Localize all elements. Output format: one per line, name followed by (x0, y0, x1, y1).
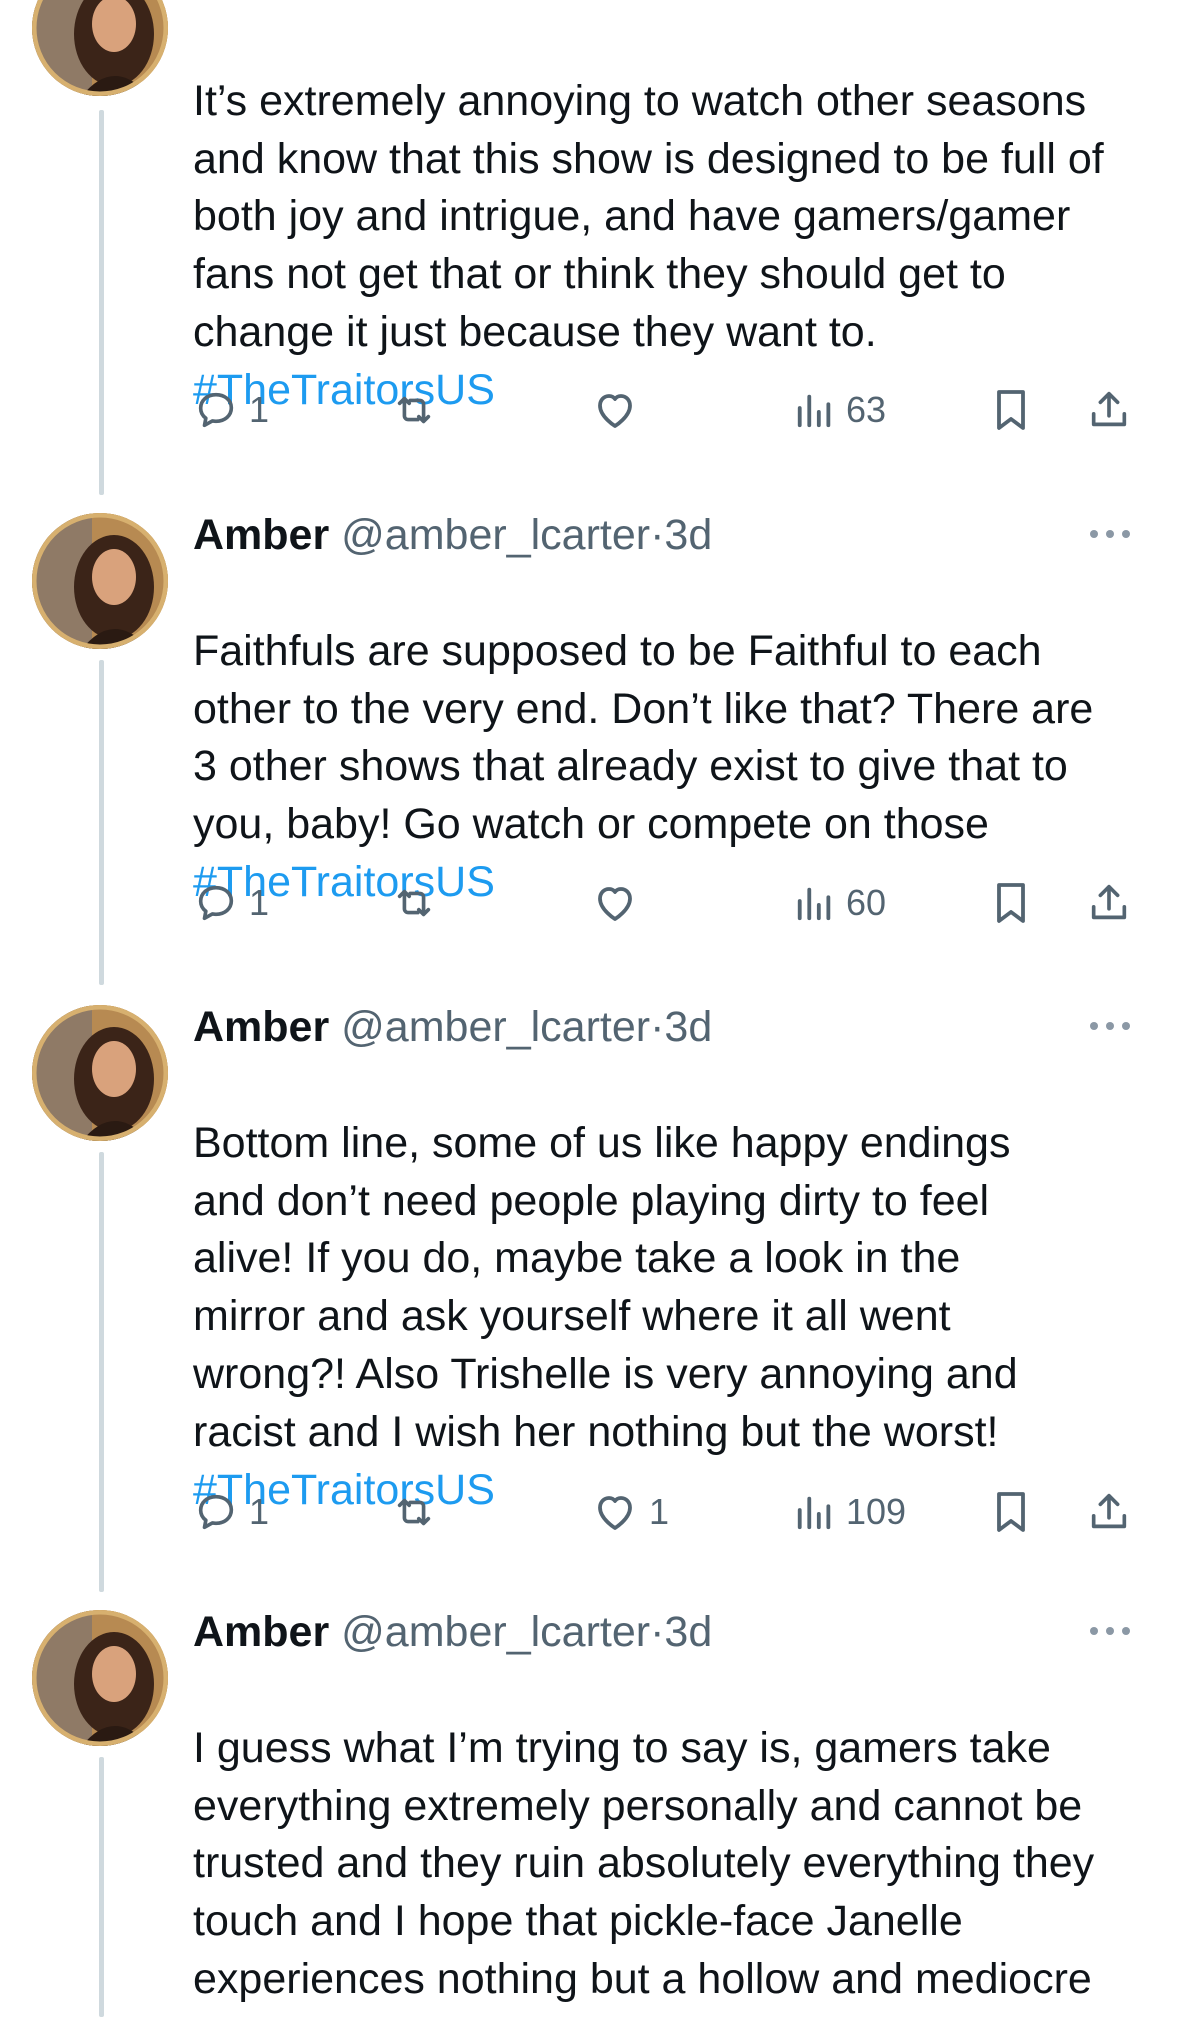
reply-icon (198, 1494, 234, 1530)
timestamp[interactable]: 3d (664, 1003, 712, 1051)
separator-dot: · (650, 511, 665, 559)
retweet-icon (397, 889, 431, 917)
share-button[interactable] (1086, 1482, 1132, 1542)
thread-line (99, 110, 104, 495)
reply-button[interactable]: 1 (193, 380, 269, 440)
tweet-1[interactable]: Amber @amber_lcarter·3d Faithfuls are su… (0, 505, 1179, 995)
thread-line (99, 1757, 104, 2017)
bookmark-button[interactable] (989, 1482, 1033, 1542)
tweet-actions: 1 60 (193, 873, 1133, 933)
share-button[interactable] (1086, 873, 1132, 933)
views-count: 63 (846, 389, 887, 430)
bookmark-icon (997, 390, 1025, 430)
author-handle[interactable]: @amber_lcarter (341, 511, 650, 559)
author-name[interactable]: Amber (193, 511, 329, 559)
tweet-3[interactable]: Amber @amber_lcarter·3d I guess what I’m… (0, 1602, 1179, 2017)
bookmark-icon (997, 1492, 1025, 1532)
tweet-text: I guess what I’m trying to say is, gamer… (193, 1723, 1095, 2017)
views-button[interactable]: 109 (794, 1482, 906, 1542)
more-icon[interactable] (1087, 519, 1133, 549)
views-button[interactable]: 63 (794, 380, 886, 440)
tweet-thread: It’s extremely annoying to watch other s… (0, 0, 1179, 2017)
share-button[interactable] (1086, 380, 1132, 440)
avatar[interactable] (32, 513, 168, 649)
separator-dot: · (650, 1003, 665, 1051)
reply-count: 1 (249, 1491, 270, 1532)
retweet-button[interactable] (391, 1482, 447, 1542)
views-icon (797, 394, 831, 428)
bookmark-button[interactable] (989, 873, 1033, 933)
heart-icon (598, 887, 632, 921)
views-icon (797, 887, 831, 921)
like-button[interactable] (591, 873, 649, 933)
author-handle[interactable]: @amber_lcarter (341, 1003, 650, 1051)
author-name[interactable]: Amber (193, 1608, 329, 1656)
tweet-2[interactable]: Amber @amber_lcarter·3d Bottom line, som… (0, 997, 1179, 1605)
avatar[interactable] (32, 1610, 168, 1746)
like-count: 1 (649, 1491, 670, 1532)
reply-count: 1 (249, 389, 270, 430)
timestamp[interactable]: 3d (664, 511, 712, 559)
bookmark-button[interactable] (989, 380, 1033, 440)
tweet-text: It’s extremely annoying to watch other s… (193, 76, 1104, 414)
views-icon (797, 1496, 831, 1530)
share-icon (1091, 884, 1127, 920)
tweet-text: Faithfuls are supposed to be Faithful to… (193, 626, 1094, 906)
timestamp[interactable]: 3d (664, 1608, 712, 1656)
like-button[interactable]: 1 (591, 1482, 669, 1542)
reply-count: 1 (249, 882, 270, 923)
views-count: 109 (846, 1491, 907, 1532)
retweet-button[interactable] (391, 380, 447, 440)
reply-button[interactable]: 1 (193, 1482, 269, 1542)
tweet-actions: 1 1 109 (193, 1482, 1133, 1542)
author-handle[interactable]: @amber_lcarter (341, 1608, 650, 1656)
separator-dot: · (650, 1608, 665, 1656)
reply-icon (198, 392, 234, 428)
heart-icon (598, 394, 632, 428)
reply-button[interactable]: 1 (193, 873, 269, 933)
share-icon (1091, 1493, 1127, 1529)
thread-line (99, 660, 104, 985)
tweet-text: Bottom line, some of us like happy endin… (193, 1118, 1018, 1514)
more-icon[interactable] (1087, 1616, 1133, 1646)
share-icon (1091, 391, 1127, 427)
avatar[interactable] (32, 0, 168, 96)
retweet-icon (397, 396, 431, 424)
like-button[interactable] (591, 380, 649, 440)
thread-line (99, 1152, 104, 1592)
reply-icon (198, 885, 234, 921)
more-icon[interactable] (1087, 1011, 1133, 1041)
views-count: 60 (846, 882, 887, 923)
retweet-icon (397, 1498, 431, 1526)
heart-icon (598, 1496, 632, 1530)
avatar[interactable] (32, 1005, 168, 1141)
bookmark-icon (997, 883, 1025, 923)
tweet-actions: 1 63 (193, 380, 1133, 440)
tweet-header: Amber @amber_lcarter·3d (193, 997, 1133, 1057)
tweet-header: Amber @amber_lcarter·3d (193, 1602, 1133, 1662)
views-button[interactable]: 60 (794, 873, 886, 933)
author-name[interactable]: Amber (193, 1003, 329, 1051)
tweet-0[interactable]: It’s extremely annoying to watch other s… (0, 0, 1179, 500)
tweet-header: Amber @amber_lcarter·3d (193, 505, 1133, 565)
retweet-button[interactable] (391, 873, 447, 933)
